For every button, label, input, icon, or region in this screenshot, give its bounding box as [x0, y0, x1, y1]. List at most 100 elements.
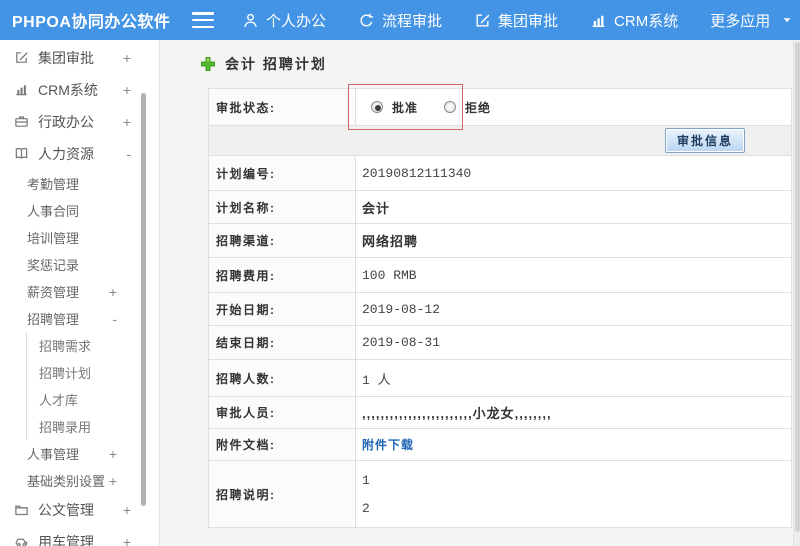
sidebar-item[interactable]: 人事合同: [0, 197, 159, 224]
page-scrollbar[interactable]: [793, 40, 800, 546]
radio-option[interactable]: 批准: [371, 99, 418, 116]
topnav-item[interactable]: 流程审批: [358, 10, 442, 31]
table-row: 计划编号: 20190812111340: [208, 155, 792, 191]
top-nav: 个人办公 流程审批 集团审批 CRM系统 更多应用: [242, 10, 793, 31]
radio-label: 拒绝: [465, 100, 492, 115]
sidebar-item[interactable]: 基础类别设置 +: [0, 467, 159, 494]
chart-icon: [14, 82, 30, 98]
approve-button-row: 审批信息: [208, 125, 792, 156]
sidebar-item[interactable]: 集团审批 +: [0, 42, 159, 74]
field-value: 1 人: [355, 359, 792, 397]
field-label: 开始日期:: [208, 292, 356, 326]
sidebar-item-label: 招聘计划: [39, 366, 92, 381]
field-label: 招聘费用:: [208, 257, 356, 293]
sidebar-item[interactable]: 招聘计划: [27, 359, 159, 386]
expand-toggle-icon[interactable]: +: [109, 284, 117, 300]
sidebar-item-label: 招聘录用: [39, 420, 92, 435]
detail-panel: 审批状态: 批准 拒绝 审批信息 计划编号: 20190812111340 计划名称:…: [208, 84, 792, 528]
topnav-item-label: 更多应用: [710, 12, 771, 30]
sidebar-item-label: 人力资源: [38, 146, 94, 162]
sidebar-item[interactable]: 招聘需求: [27, 332, 159, 359]
sidebar-item[interactable]: 奖惩记录: [0, 251, 159, 278]
table-row: 招聘说明: 1 2: [208, 460, 792, 528]
attachment-download-link[interactable]: 附件下载: [362, 438, 414, 452]
page-title: 会计 招聘计划: [225, 56, 327, 72]
sidebar-item-label: CRM系统: [38, 82, 98, 98]
expand-toggle-icon[interactable]: +: [123, 534, 131, 546]
topnav-item[interactable]: 更多应用: [710, 10, 793, 31]
table-row: 开始日期: 2019-08-12: [208, 292, 792, 326]
sidebar-item[interactable]: 招聘录用: [27, 413, 159, 440]
field-label: 招聘人数:: [208, 359, 356, 397]
field-label: 计划名称:: [208, 190, 356, 224]
sidebar-item[interactable]: 人力资源 -: [0, 138, 159, 170]
topbar: PHPOA协同办公软件 个人办公 流程审批 集团审批 CRM系统 更多应用: [0, 0, 800, 40]
sidebar-item-label: 人才库: [39, 393, 79, 408]
expand-toggle-icon[interactable]: +: [123, 502, 131, 518]
expand-toggle-icon[interactable]: -: [126, 146, 131, 162]
sidebar-item[interactable]: 行政办公 +: [0, 106, 159, 138]
field-value: 网络招聘: [355, 223, 792, 258]
sidebar-item-label: 奖惩记录: [27, 258, 80, 273]
sidebar-item[interactable]: 薪资管理 +: [0, 278, 159, 305]
field-label: 招聘渠道:: [208, 223, 356, 258]
field-label: 审批状态:: [208, 88, 356, 126]
expand-toggle-icon[interactable]: +: [123, 82, 131, 98]
sidebar-item-label: 集团审批: [38, 50, 94, 66]
table-row: 招聘渠道: 网络招聘: [208, 223, 792, 258]
radio-icon[interactable]: [444, 101, 457, 113]
expand-toggle-icon[interactable]: +: [109, 446, 117, 462]
expand-toggle-icon[interactable]: +: [123, 50, 131, 66]
table-row: 审批人员: ,,,,,,,,,,,,,,,,,,,,,,,,小龙女,,,,,,,,: [208, 396, 792, 429]
sidebar-item[interactable]: 考勤管理: [0, 170, 159, 197]
topnav-item-label: 个人办公: [266, 12, 327, 30]
sidebar-item-label: 培训管理: [27, 231, 80, 246]
topnav-item[interactable]: 个人办公: [242, 10, 326, 31]
sidebar-item-label: 考勤管理: [27, 177, 80, 192]
sidebar-scrollbar[interactable]: [141, 93, 146, 506]
menu-toggle-icon[interactable]: [192, 12, 214, 28]
sidebar-item[interactable]: 招聘管理 -: [0, 305, 159, 332]
radio-icon[interactable]: [371, 101, 383, 113]
briefcase-icon: [14, 114, 30, 130]
add-icon[interactable]: [200, 56, 216, 72]
sidebar-item[interactable]: CRM系统 +: [0, 74, 159, 106]
sidebar-item[interactable]: 培训管理: [0, 224, 159, 251]
sidebar-item-label: 招聘管理: [27, 312, 80, 327]
main-content: 会计 招聘计划 审批状态: 批准 拒绝 审批信息 计划编号: 20190812111…: [160, 40, 800, 546]
page-scrollbar-thumb[interactable]: [795, 42, 800, 532]
edit-icon: [14, 50, 30, 66]
approval-radio-group: 批准 拒绝: [362, 99, 791, 116]
field-value: 20190812111340: [355, 155, 792, 191]
field-label: 审批人员:: [208, 396, 356, 429]
expand-toggle-icon[interactable]: +: [109, 473, 117, 489]
table-row: 结束日期: 2019-08-31: [208, 325, 792, 360]
field-label: 招聘说明:: [208, 460, 356, 528]
field-value: 2019-08-31: [355, 325, 792, 360]
radio-option[interactable]: 拒绝: [444, 99, 491, 116]
folder-icon: [14, 502, 30, 518]
history-icon: [358, 12, 375, 29]
user-icon: [242, 12, 259, 29]
topnav-item[interactable]: 集团审批: [474, 10, 558, 31]
field-label: 附件文档:: [208, 428, 356, 461]
topnav-item[interactable]: CRM系统: [590, 10, 678, 31]
detail-table: 审批状态: 批准 拒绝 审批信息 计划编号: 20190812111340 计划名称:…: [208, 88, 792, 528]
car-icon: [14, 534, 30, 546]
expand-toggle-icon[interactable]: +: [123, 114, 131, 130]
table-row: 招聘费用: 100 RMB: [208, 257, 792, 293]
sidebar-item-label: 人事合同: [27, 204, 80, 219]
sidebar-item[interactable]: 人才库: [27, 386, 159, 413]
sidebar-item[interactable]: 公文管理 +: [0, 494, 159, 526]
approve-info-button[interactable]: 审批信息: [664, 128, 745, 153]
expand-toggle-icon[interactable]: -: [112, 311, 117, 327]
page-header: 会计 招聘计划: [160, 40, 800, 88]
topnav-item-label: 集团审批: [498, 12, 559, 30]
sidebar-item[interactable]: 人事管理 +: [0, 440, 159, 467]
table-row: 附件文档: 附件下载: [208, 428, 792, 461]
book-icon: [14, 146, 30, 162]
app-logo: PHPOA协同办公软件: [12, 14, 171, 31]
sidebar-item-label: 公文管理: [38, 502, 94, 518]
field-value: 会计: [355, 190, 792, 224]
sidebar-item[interactable]: 用车管理 +: [0, 526, 159, 546]
